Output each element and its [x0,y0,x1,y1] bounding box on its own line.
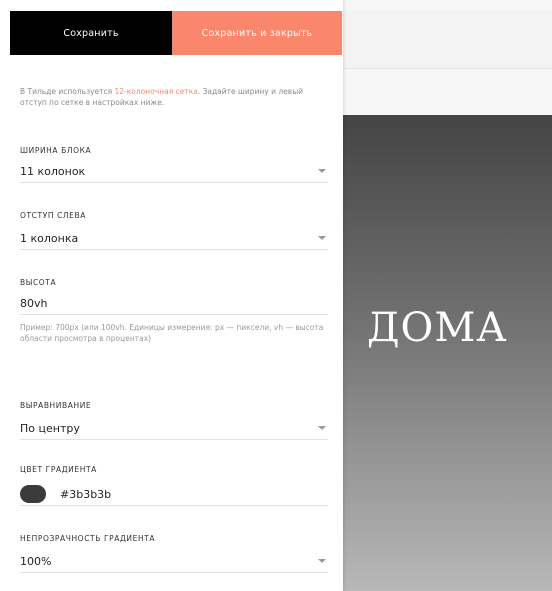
gradient-opacity-label: НЕПРОЗРАЧНОСТЬ ГРАДИЕНТА [20,534,156,543]
grid-info-text: В Тильде используется 12-колоночная сетк… [20,86,330,108]
preview-area: ДОМА [343,0,552,591]
chevron-down-icon [318,169,326,173]
preview-topbar [343,10,552,69]
preview-cover: ДОМА [343,115,552,591]
align-select[interactable]: По центру [20,417,328,440]
gradient-opacity-select[interactable]: 100% [20,550,328,573]
offset-value: 1 колонка [20,231,79,245]
offset-label: ОТСТУП СЛЕВА [20,211,86,220]
height-value: 80vh [20,296,48,310]
chevron-down-icon [318,236,326,240]
toolbar: Сохранить Сохранить и закрыть [10,11,342,55]
save-button[interactable]: Сохранить [10,11,172,55]
cover-title: ДОМА [367,305,508,351]
chevron-down-icon [318,559,326,563]
grid-info-prefix: В Тильде используется [20,87,115,96]
gradient-opacity-value: 100% [20,554,52,568]
info-block: В Тильде используется 12-колоночная сетк… [20,86,330,108]
gradient-color-label: ЦВЕТ ГРАДИЕНТА [20,465,97,474]
settings-panel: Сохранить Сохранить и закрыть В Тильде и… [0,0,343,591]
height-label: ВЫСОТА [20,278,57,287]
gradient-color-value: #3b3b3b [60,487,112,501]
align-value: По центру [20,421,80,435]
width-value: 11 колонок [20,164,86,178]
width-label: ШИРИНА БЛОКА [20,146,92,155]
width-select[interactable]: 11 колонок [20,160,328,183]
gradient-color-input[interactable]: #3b3b3b [20,483,328,506]
align-label: ВЫРАВНИВАНИЕ [20,401,92,410]
chevron-down-icon [318,426,326,430]
color-swatch[interactable] [20,485,46,503]
save-and-close-button[interactable]: Сохранить и закрыть [172,11,342,55]
height-input[interactable]: 80vh [20,292,328,315]
offset-select[interactable]: 1 колонка [20,227,328,250]
height-hint: Пример: 700px (или 100vh. Единицы измере… [20,323,324,343]
grid-info-link[interactable]: 12-колоночная сетка [115,87,198,96]
